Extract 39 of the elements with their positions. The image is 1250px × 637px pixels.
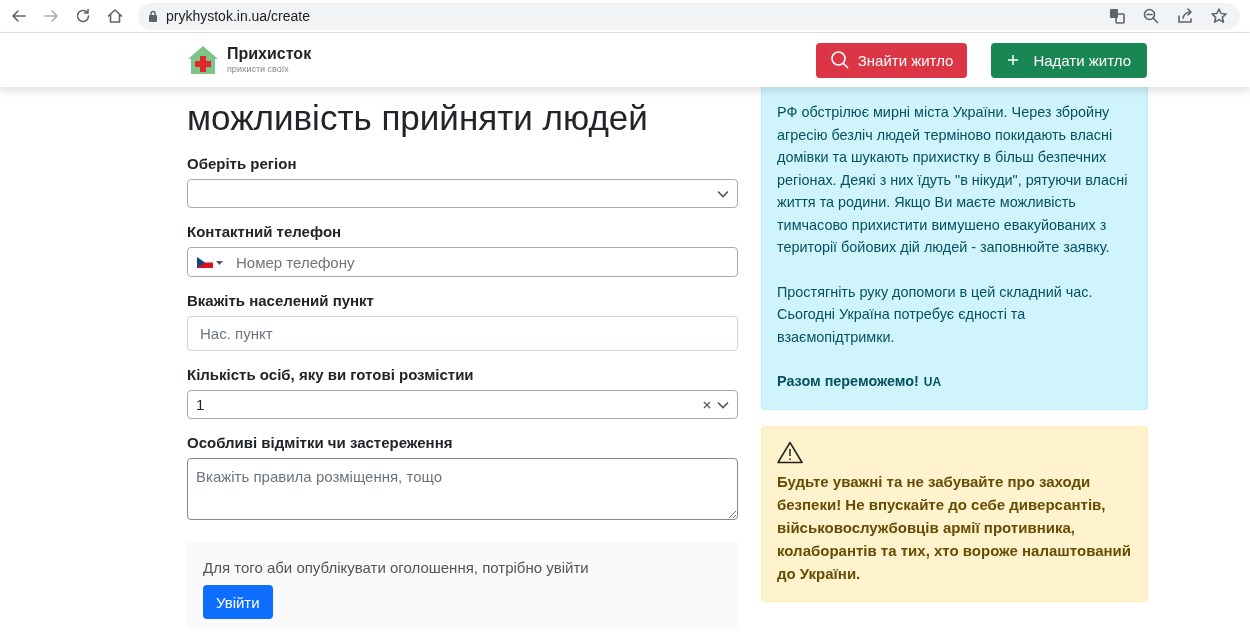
plus-icon (1007, 54, 1020, 66)
chevron-down-icon (717, 189, 729, 198)
back-icon[interactable] (10, 7, 28, 25)
login-button[interactable]: Увійти (203, 585, 273, 619)
reload-icon[interactable] (74, 7, 92, 25)
lock-icon[interactable] (148, 10, 158, 22)
select-field[interactable]: 1 (187, 390, 738, 419)
zoom-out-icon[interactable] (1142, 7, 1160, 25)
offer-housing-button[interactable]: Надати житло (991, 42, 1147, 78)
address-bar[interactable]: prykhystok.in.ua/create (138, 2, 1240, 30)
field-label: Контактний телефон (187, 223, 343, 240)
brand-tagline: прихисти своїх (227, 65, 290, 74)
warning-text: Будьте уважні та не забувайте про заходи безпеки! Не впускайте до себе диверсантів, військовослужбовців армії противника, колаборантів та тих, хто вороже налаштований до України. (777, 471, 1132, 584)
brand-name[interactable]: Прихисток (227, 46, 312, 62)
clear-icon[interactable] (703, 400, 711, 409)
text-field[interactable]: Нас. пункт (187, 316, 738, 351)
share-icon[interactable] (1176, 7, 1194, 25)
info-paragraph: Простягніть руку допомоги в цей складний час. Сьогодні Україна потребує єдності та взаємопідтримки. (777, 282, 1094, 347)
field-label: Оберіть регіон (187, 155, 298, 172)
house-logo-icon[interactable] (187, 44, 219, 76)
find-housing-button[interactable]: Знайти житло (815, 42, 968, 78)
field-label: Кількість осіб, яку ви готові розмістии (187, 366, 475, 383)
url-text: prykhystok.in.ua/create (166, 8, 311, 24)
field-label: Особливі відмітки чи застереження (187, 434, 454, 451)
warning-icon (777, 440, 803, 464)
search-icon (829, 50, 850, 70)
info-paragraph: РФ обстрілює мирні міста України. Через збройну агресію безліч людей терміново покидають власні домівки та шукають прихистку в більш безпечних регіонах. Деякі з них їдуть "в нікуди", рятуючи власні життя та родини. Якщо Ви маєте можливість тимчасово прихистити вимушено евакуйованих з території бойових дій людей - заповнюйте заявку. (777, 103, 1129, 257)
closing-slogan: Разом переможемо! (777, 373, 919, 389)
country-code: UA (923, 375, 942, 389)
home-icon[interactable] (106, 7, 124, 25)
notes-field[interactable]: Вкажіть правила розміщення, тощо (187, 458, 738, 520)
select-field[interactable] (187, 179, 738, 208)
page-heading: можливість прийняти людей (187, 97, 649, 139)
phone-field[interactable]: Номер телефону (188, 248, 737, 276)
chevron-down-icon (717, 400, 729, 409)
flag-dropdown-icon[interactable] (197, 257, 225, 268)
login-prompt: Для того аби опублікувати оголошення, потрібно увійти (203, 559, 590, 576)
star-icon[interactable] (1210, 7, 1228, 25)
field-label: Вкажіть населений пункт (187, 292, 375, 309)
